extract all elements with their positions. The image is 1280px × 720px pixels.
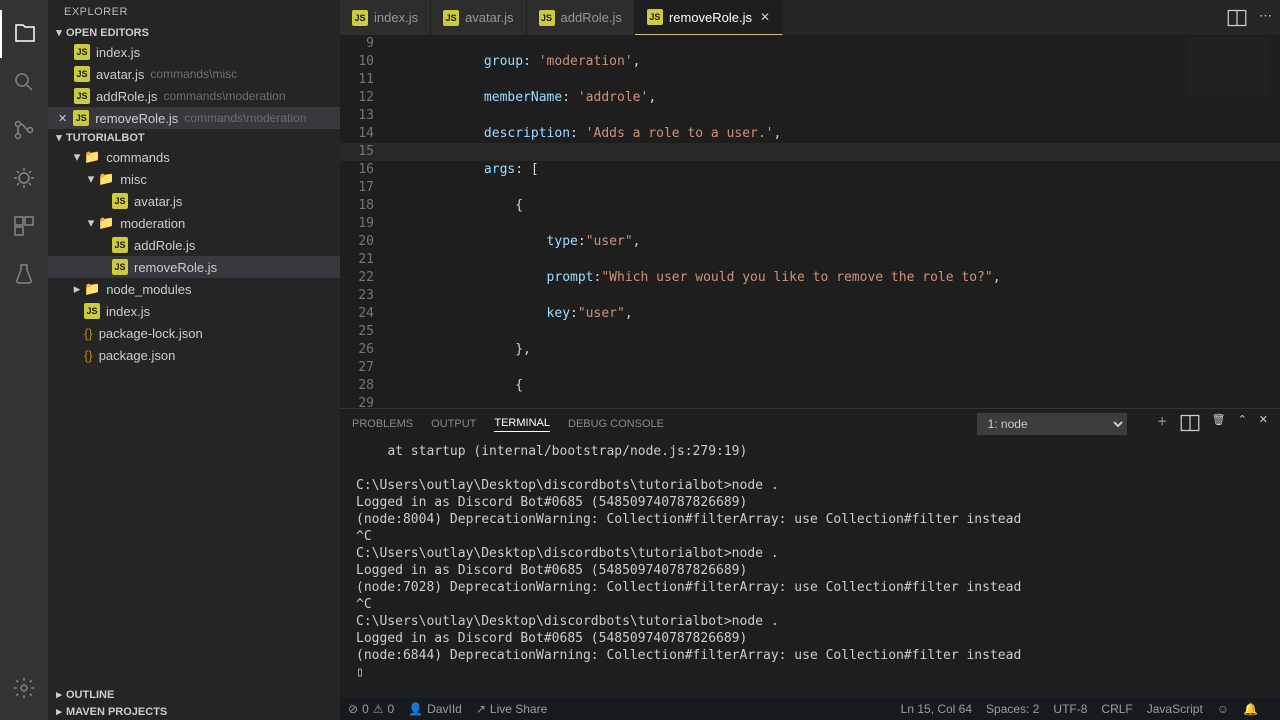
split-terminal-icon[interactable] [1180,413,1200,436]
open-editor-item[interactable]: JSindex.js [48,41,340,63]
status-eol[interactable]: CRLF [1101,702,1132,716]
code-area[interactable]: group: 'moderation', memberName: 'addrol… [390,35,1280,408]
close-icon[interactable]: ✕ [760,10,770,24]
editor[interactable]: 9101112131415161718192021222324252627282… [340,35,1280,408]
file-package-lock[interactable]: {}package-lock.json [48,322,340,344]
file-removerole[interactable]: JSremoveRole.js [48,256,340,278]
kill-terminal-icon[interactable]: 🗑 [1212,413,1226,436]
more-icon[interactable]: ⋯ [1259,8,1272,31]
status-bell-icon[interactable]: 🔔 [1243,702,1258,716]
activity-scm[interactable] [0,106,48,154]
tab-index[interactable]: JSindex.js [340,0,431,35]
sidebar-title: EXPLORER [48,0,340,24]
line-gutter: 9101112131415161718192021222324252627282… [340,35,390,408]
tab-bar: JSindex.js JSavatar.js JSaddRole.js JSre… [340,0,1280,35]
folder-icon: 📁 [98,171,114,187]
panel-tab-problems[interactable]: PROBLEMS [352,418,413,430]
folder-icon: 📁 [84,281,100,297]
file-package[interactable]: {}package.json [48,344,340,366]
js-icon: JS [443,10,459,26]
open-editor-item[interactable]: JSaddRole.jscommands\moderation [48,85,340,107]
new-terminal-icon[interactable]: ＋ [1157,413,1168,436]
activity-extensions[interactable] [0,202,48,250]
folder-commands[interactable]: ▾📁commands [48,146,340,168]
js-icon: JS [74,88,90,104]
minimap[interactable] [1188,37,1268,97]
chevron-down-icon: ▾ [52,26,66,39]
tab-removerole[interactable]: JSremoveRole.js✕ [635,0,783,35]
close-icon[interactable]: ✕ [58,112,67,125]
folder-icon: 📁 [98,215,114,231]
chevron-down-icon: ▾ [84,171,98,187]
status-feedback[interactable]: ☺ [1217,702,1229,716]
split-editor-icon[interactable] [1227,8,1247,31]
close-panel-icon[interactable]: ✕ [1259,413,1268,436]
activity-test[interactable] [0,250,48,298]
js-icon: JS [539,10,555,26]
json-icon: {} [84,348,93,363]
chevron-right-icon: ▸ [52,688,66,701]
js-icon: JS [647,9,663,25]
chevron-down-icon: ▾ [84,215,98,231]
file-index[interactable]: JSindex.js [48,300,340,322]
section-workspace[interactable]: ▾TUTORIALBOT [48,129,340,146]
js-icon: JS [74,44,90,60]
status-spaces[interactable]: Spaces: 2 [986,702,1039,716]
json-icon: {} [84,326,93,341]
section-maven[interactable]: ▸MAVEN PROJECTS [48,703,340,720]
js-icon: JS [74,66,90,82]
tab-avatar[interactable]: JSavatar.js [431,0,526,35]
open-editor-item-active[interactable]: ✕JSremoveRole.jscommands\moderation [48,107,340,129]
open-editor-item[interactable]: JSavatar.jscommands\misc [48,63,340,85]
file-addrole[interactable]: JSaddRole.js [48,234,340,256]
status-bar: ⊘ 0 ⚠ 0 👤 DavIId ↗ Live Share Ln 15, Col… [340,698,1280,720]
panel-tab-debug[interactable]: DEBUG CONSOLE [568,418,664,430]
activity-debug[interactable] [0,154,48,202]
status-position[interactable]: Ln 15, Col 64 [901,702,972,716]
folder-moderation[interactable]: ▾📁moderation [48,212,340,234]
js-icon: JS [352,10,368,26]
chevron-down-icon: ▾ [52,131,66,144]
section-outline[interactable]: ▸OUTLINE [48,686,340,703]
folder-icon: 📁 [84,149,100,165]
status-lang[interactable]: JavaScript [1147,702,1203,716]
section-open-editors[interactable]: ▾OPEN EDITORS [48,24,340,41]
activity-settings[interactable] [0,664,48,712]
panel-tab-terminal[interactable]: TERMINAL [494,417,550,432]
panel-tab-output[interactable]: OUTPUT [431,418,476,430]
chevron-right-icon: ▸ [70,281,84,297]
js-icon: JS [112,237,128,253]
activity-explorer[interactable] [0,10,48,58]
activity-search[interactable] [0,58,48,106]
status-encoding[interactable]: UTF-8 [1053,702,1087,716]
folder-misc[interactable]: ▾📁misc [48,168,340,190]
terminal-selector[interactable]: 1: node [977,413,1127,435]
js-icon: JS [112,259,128,275]
js-icon: JS [73,110,89,126]
status-errors[interactable]: ⊘ 0 ⚠ 0 [348,702,394,716]
status-user[interactable]: 👤 DavIId [408,702,462,716]
js-icon: JS [112,193,128,209]
folder-node-modules[interactable]: ▸📁node_modules [48,278,340,300]
terminal-output[interactable]: at startup (internal/bootstrap/node.js:2… [340,439,1280,698]
js-icon: JS [84,303,100,319]
tab-addrole[interactable]: JSaddRole.js [527,0,635,35]
chevron-right-icon: ▸ [52,705,66,718]
chevron-down-icon: ▾ [70,149,84,165]
file-avatar[interactable]: JSavatar.js [48,190,340,212]
status-liveshare[interactable]: ↗ Live Share [476,702,547,716]
maximize-panel-icon[interactable]: ⌃ [1238,413,1247,436]
